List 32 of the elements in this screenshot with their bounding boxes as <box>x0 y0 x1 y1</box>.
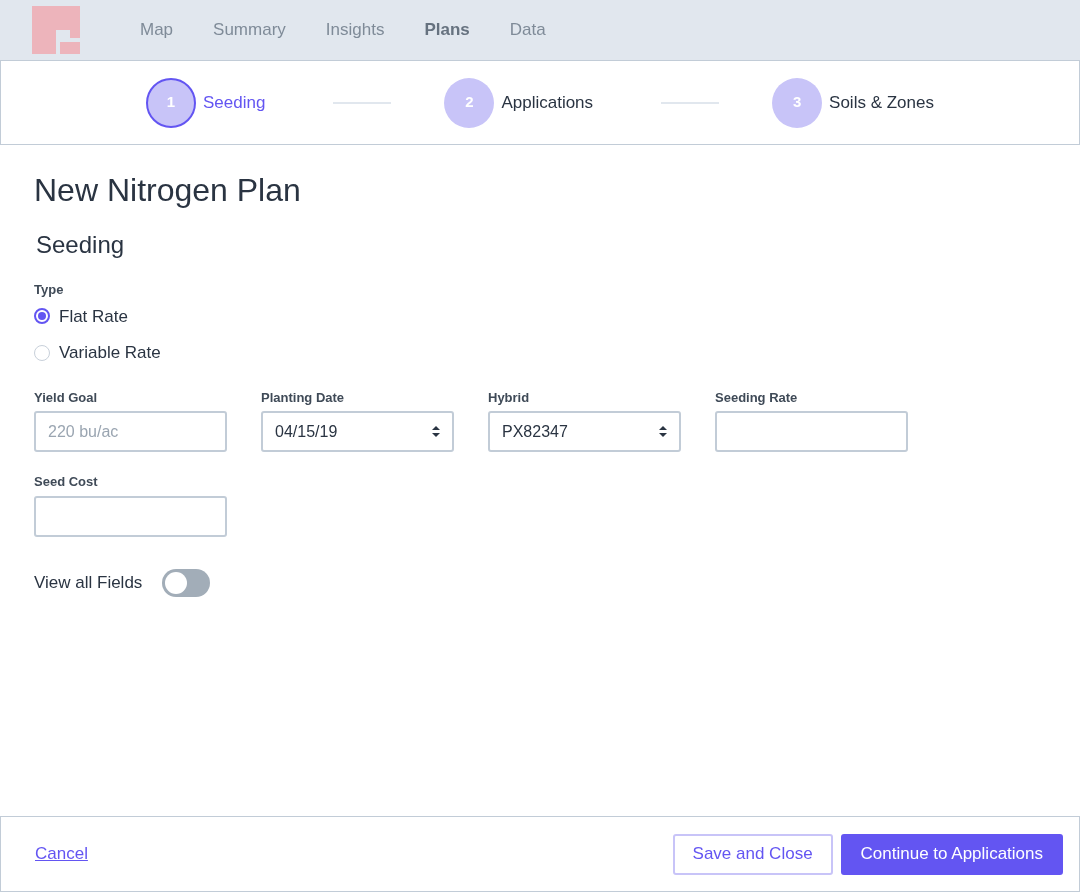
nav-tab[interactable]: Map <box>140 17 174 43</box>
field-label: Seeding Rate <box>715 388 799 407</box>
nav-tab[interactable]: Insights <box>325 17 385 43</box>
field-label: Hybrid <box>488 388 531 407</box>
radio-button[interactable] <box>34 308 50 325</box>
toggle-label: View all Fields <box>34 571 143 594</box>
sort-icon <box>659 426 667 438</box>
input-field[interactable] <box>715 411 908 453</box>
input-field[interactable] <box>34 495 227 537</box>
type-label: Type <box>34 281 65 300</box>
step-label[interactable]: Applications <box>501 89 594 116</box>
cancel-link[interactable]: Cancel <box>35 841 88 867</box>
field-label: Seed Cost <box>34 473 99 492</box>
field-label: Yield Goal <box>34 388 99 407</box>
nav-tab[interactable]: Summary <box>213 17 286 43</box>
section-title: Seeding <box>36 231 126 261</box>
field-label: Planting Date <box>261 388 346 407</box>
radio-label: Flat Rate <box>59 305 128 328</box>
radio-label: Variable Rate <box>59 342 161 365</box>
logo-icon <box>32 6 80 54</box>
page-title: New Nitrogen Plan <box>34 171 302 210</box>
step-label[interactable]: Soils & Zones <box>829 89 934 116</box>
nav-tab[interactable]: Data <box>509 17 546 43</box>
nav-tab[interactable]: Plans <box>424 17 470 43</box>
select-field[interactable]: PX82347 <box>488 411 681 453</box>
toggle-switch[interactable] <box>162 568 211 597</box>
continue-button[interactable]: Continue to Applications <box>840 833 1063 875</box>
input-field[interactable]: 220 bu/ac <box>34 411 227 453</box>
sort-icon <box>432 426 440 438</box>
step-label[interactable]: Seeding <box>203 89 266 116</box>
save-button[interactable]: Save and Close <box>672 833 833 875</box>
select-field[interactable]: 04/15/19 <box>261 411 454 453</box>
